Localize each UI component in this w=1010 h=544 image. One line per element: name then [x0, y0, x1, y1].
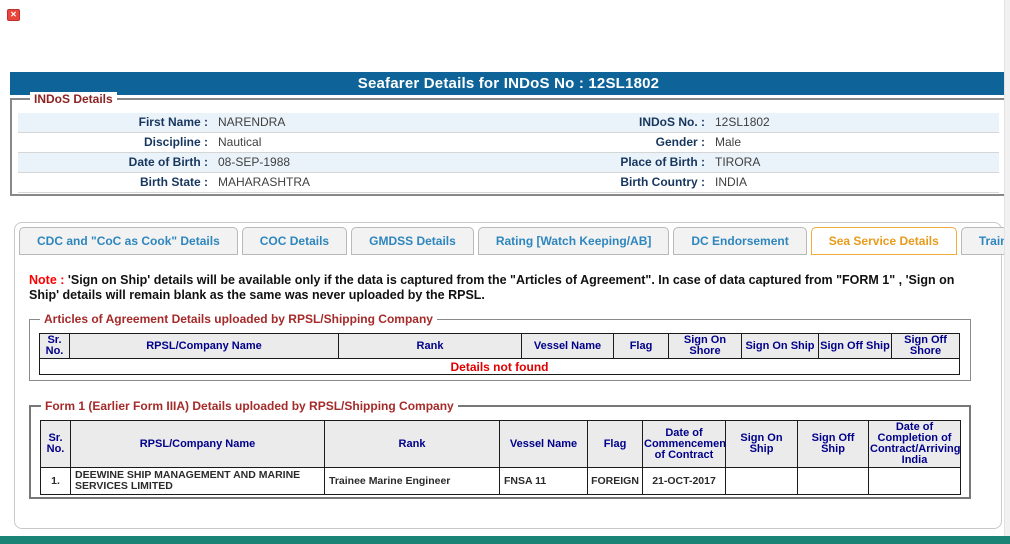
col-rpsl-company-name: RPSL/Company Name	[69, 333, 339, 359]
cell-rank: Trainee Marine Engineer	[324, 467, 500, 495]
col-flag: Flag	[613, 333, 669, 359]
col-rank: Rank	[324, 420, 500, 468]
table-row: 1. DEEWINE SHIP MANAGEMENT AND MARINE SE…	[40, 467, 961, 495]
col-date-of-completion: Date of Completion of Contract/Arriving …	[868, 420, 961, 468]
bottom-teal-bar	[0, 536, 1010, 544]
indos-details-fieldset: INDoS Details First Name : NARENDRA INDo…	[10, 92, 1007, 196]
col-sign-on-shore: Sign On Shore	[668, 333, 742, 359]
tab-sea-service-details[interactable]: Sea Service Details	[810, 227, 957, 255]
tab-gmdss-details[interactable]: GMDSS Details	[351, 227, 474, 255]
col-rank: Rank	[338, 333, 522, 359]
indos-no-value: 12SL1802	[715, 115, 770, 129]
tab-training-details[interactable]: Training Details	[960, 227, 1010, 255]
cell-sign-on-ship	[725, 467, 798, 495]
sign-on-ship-note: Note : 'Sign on Ship' details will be av…	[29, 273, 987, 303]
first-name-value: NARENDRA	[218, 115, 286, 129]
tab-bar: CDC and "CoC as Cook" Details COC Detail…	[19, 227, 1010, 255]
col-flag: Flag	[587, 420, 643, 468]
place-of-birth-label: Place of Birth :	[620, 155, 705, 169]
gender-label: Gender :	[655, 135, 705, 149]
indos-row-discipline: Discipline : Nautical Gender : Male	[18, 133, 999, 153]
details-not-found-message: Details not found	[39, 358, 960, 375]
table-header-row: Sr. No. RPSL/Company Name Rank Vessel Na…	[40, 420, 961, 468]
col-sr-no: Sr. No.	[40, 420, 71, 468]
indos-details-rows: First Name : NARENDRA INDoS No. : 12SL18…	[18, 113, 999, 193]
col-sign-off-shore: Sign Off Shore	[891, 333, 960, 359]
gender-value: Male	[715, 135, 742, 149]
birth-state-label: Birth State :	[139, 175, 208, 189]
cell-company: DEEWINE SHIP MANAGEMENT AND MARINE SERVI…	[70, 467, 325, 495]
cell-sign-off-ship	[797, 467, 869, 495]
tab-content-panel: CDC and "CoC as Cook" Details COC Detail…	[14, 222, 1010, 529]
col-vessel-name: Vessel Name	[521, 333, 614, 359]
col-sign-on-ship: Sign On Ship	[725, 420, 798, 468]
date-of-birth-value: 08-SEP-1988	[218, 155, 291, 169]
indos-row-state: Birth State : MAHARASHTRA Birth Country …	[18, 173, 999, 193]
tab-coc-details[interactable]: COC Details	[241, 227, 348, 255]
first-name-label: First Name :	[138, 115, 208, 129]
col-sign-off-ship: Sign Off Ship	[797, 420, 869, 468]
birth-country-value: INDIA	[715, 175, 748, 189]
cell-date-of-completion	[868, 467, 961, 495]
articles-of-agreement-legend: Articles of Agreement Details uploaded b…	[40, 312, 437, 326]
col-sr-no: Sr. No.	[39, 333, 70, 359]
col-sign-off-ship: Sign Off Ship	[818, 333, 892, 359]
form1-details-fieldset: Form 1 (Earlier Form IIIA) Details uploa…	[29, 399, 971, 499]
col-vessel-name: Vessel Name	[499, 420, 588, 468]
date-of-birth-label: Date of Birth :	[128, 155, 208, 169]
indos-no-label: INDoS No. :	[639, 115, 705, 129]
empty-row: Details not found	[39, 358, 960, 375]
note-prefix: Note :	[29, 273, 68, 287]
form1-details-legend: Form 1 (Earlier Form IIIA) Details uploa…	[41, 399, 458, 413]
page-title: Seafarer Details for INDoS No : 12SL1802	[10, 72, 1007, 95]
col-rpsl-company-name: RPSL/Company Name	[70, 420, 325, 468]
form1-details-table: Sr. No. RPSL/Company Name Rank Vessel Na…	[40, 420, 961, 495]
note-text: 'Sign on Ship' details will be available…	[29, 273, 955, 302]
cell-flag: FOREIGN	[587, 467, 643, 495]
col-date-of-commencement: Date of Commencement of Contract	[642, 420, 726, 468]
articles-of-agreement-table: Sr. No. RPSL/Company Name Rank Vessel Na…	[39, 333, 960, 375]
indos-row-name: First Name : NARENDRA INDoS No. : 12SL18…	[18, 113, 999, 133]
articles-of-agreement-fieldset: Articles of Agreement Details uploaded b…	[29, 312, 971, 381]
col-sign-on-ship: Sign On Ship	[741, 333, 819, 359]
birth-state-value: MAHARASHTRA	[218, 175, 311, 189]
tab-cdc-coc-as-cook-details[interactable]: CDC and "CoC as Cook" Details	[19, 227, 238, 255]
indos-details-legend: INDoS Details	[30, 92, 117, 106]
discipline-label: Discipline :	[143, 135, 208, 149]
birth-country-label: Birth Country :	[620, 175, 705, 189]
broken-image-icon: ✕	[7, 9, 20, 21]
tab-dc-endorsement[interactable]: DC Endorsement	[673, 227, 807, 255]
table-header-row: Sr. No. RPSL/Company Name Rank Vessel Na…	[39, 333, 960, 359]
discipline-value: Nautical	[218, 135, 262, 149]
cell-vessel-name: FNSA 11	[499, 467, 588, 495]
cell-sr-no: 1.	[40, 467, 71, 495]
cell-date-of-commencement: 21-OCT-2017	[642, 467, 726, 495]
place-of-birth-value: TIRORA	[715, 155, 761, 169]
tab-rating-watch-keeping-ab[interactable]: Rating [Watch Keeping/AB]	[477, 227, 670, 255]
vertical-scrollbar[interactable]	[1004, 0, 1010, 536]
indos-row-birth: Date of Birth : 08-SEP-1988 Place of Bir…	[18, 153, 999, 173]
